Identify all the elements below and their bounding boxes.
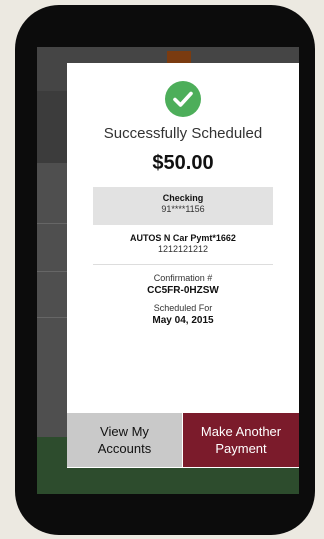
make-another-payment-label-line2: Payment — [215, 441, 267, 456]
payee-panel: AUTOS N Car Pymt*1662 1212121212 — [93, 226, 273, 265]
from-account-number: 91****1156 — [161, 204, 205, 214]
dialog-title: Successfully Scheduled — [103, 125, 263, 142]
scheduled-for-label: Scheduled For — [153, 303, 213, 313]
payment-confirmation-dialog: Successfully Scheduled $50.00 Checking 9… — [67, 63, 299, 468]
background-header-badge — [167, 51, 191, 63]
view-my-accounts-label-line1: View My — [100, 424, 149, 439]
check-circle-icon — [165, 81, 201, 117]
view-my-accounts-button[interactable]: View My Accounts — [67, 413, 182, 467]
payee-name: AUTOS N Car Pymt*1662 — [130, 233, 236, 243]
scheduled-date: May 04, 2015 — [152, 315, 214, 326]
confirmation-number: CC5FR-0HZSW — [147, 285, 219, 296]
confirmation-label: Confirmation # — [153, 273, 213, 283]
payment-amount: $50.00 — [152, 152, 214, 174]
payee-account-number: 1212121212 — [157, 244, 209, 254]
phone-frame: › › › Successfully Scheduled $50.00 Chec… — [15, 5, 315, 535]
view-my-accounts-label-line2: Accounts — [97, 441, 152, 456]
from-account-panel: Checking 91****1156 — [93, 187, 273, 225]
from-account-name: Checking — [162, 193, 204, 203]
make-another-payment-label-line1: Make Another — [200, 424, 282, 439]
make-another-payment-button[interactable]: Make Another Payment — [183, 413, 299, 467]
